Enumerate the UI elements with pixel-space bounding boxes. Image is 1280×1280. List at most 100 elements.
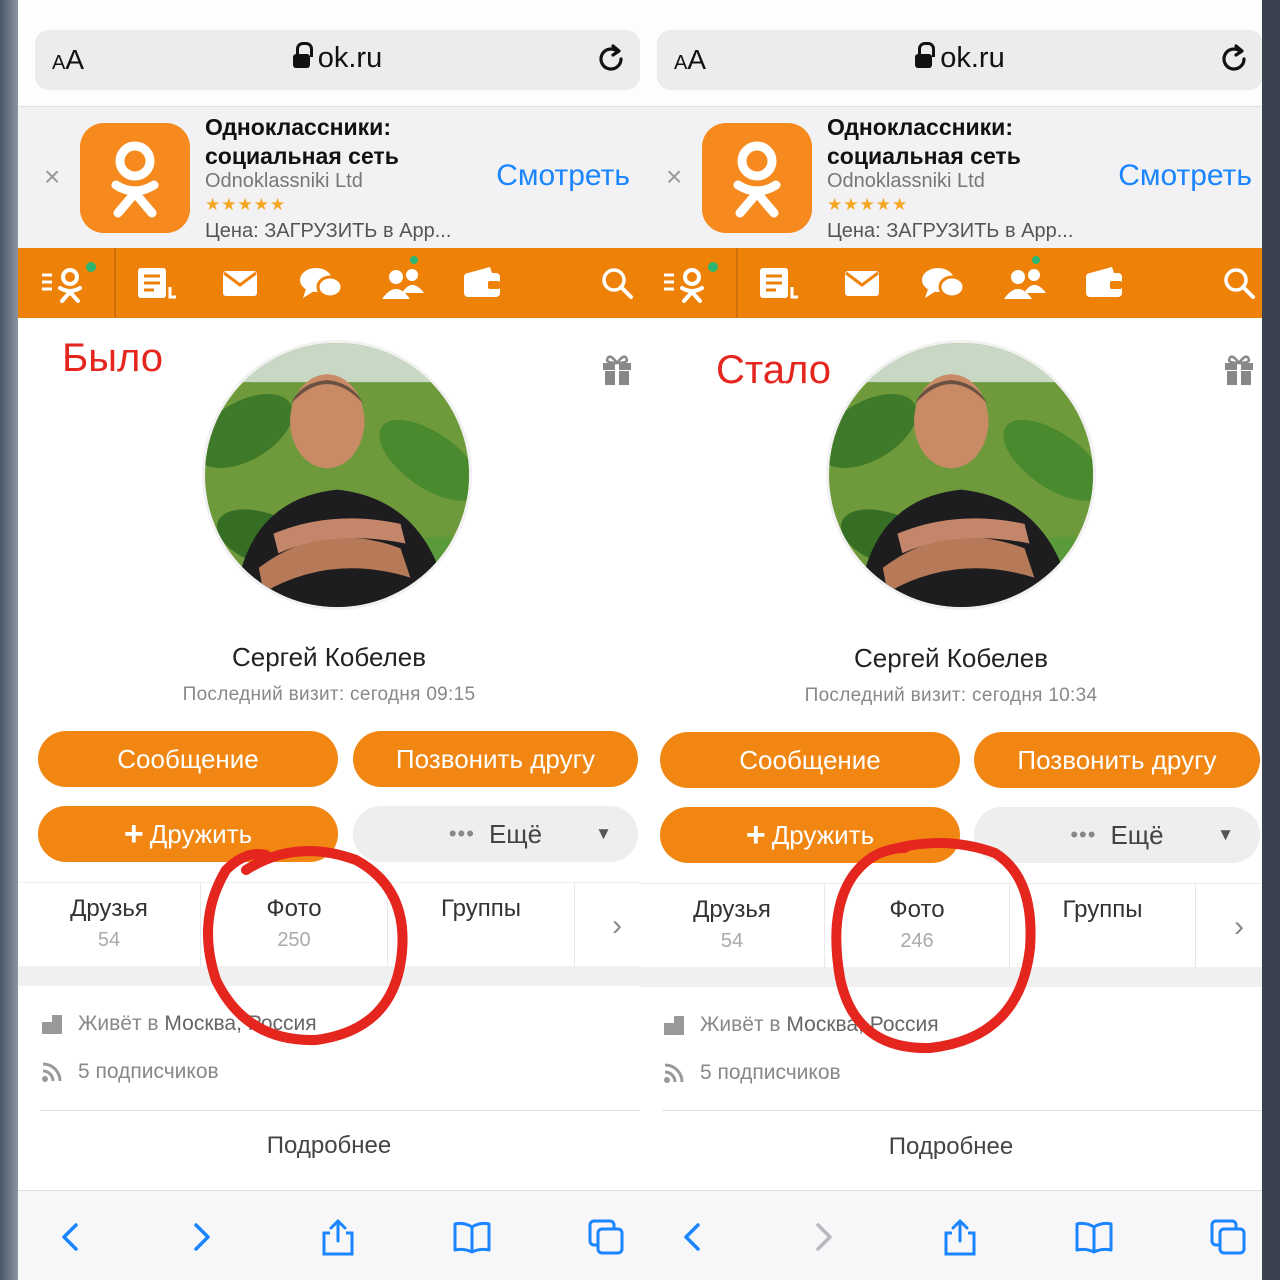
gift-icon[interactable] (601, 352, 633, 386)
location-info: Живёт в Москва, Россия (662, 1013, 939, 1037)
details-link[interactable]: Подробнее (18, 1132, 640, 1160)
feed-icon[interactable] (758, 263, 800, 303)
more-dots-icon: ••• (448, 821, 475, 846)
feed-icon[interactable] (136, 263, 178, 303)
message-button[interactable]: Сообщение (38, 731, 338, 787)
bookmarks-icon[interactable] (1074, 1217, 1114, 1257)
tab-divider (1195, 884, 1196, 968)
divider (662, 1110, 1262, 1111)
safari-address-area: AA ok.ru (18, 0, 640, 106)
after-label: Стало (716, 348, 832, 392)
share-icon[interactable] (940, 1217, 980, 1257)
tab-photos[interactable]: Фото 246 (825, 884, 1009, 968)
plus-icon: + (123, 815, 144, 853)
section-separator (18, 966, 640, 986)
profile-tabs: Друзья 54 Фото 246 Группы › (640, 883, 1262, 968)
forward-icon (816, 1223, 832, 1251)
house-icon (664, 1016, 684, 1036)
app-developer: Odnoklassniki Ltd (827, 170, 985, 192)
share-icon[interactable] (318, 1217, 358, 1257)
banner-close-button[interactable]: × (44, 161, 60, 193)
safari-address-area: AA ok.ru (640, 0, 1262, 106)
tabs-icon[interactable] (586, 1217, 626, 1257)
mail-icon[interactable] (221, 263, 259, 303)
wallet-icon[interactable] (462, 263, 502, 303)
view-app-button[interactable]: Смотреть (496, 159, 630, 193)
back-icon[interactable] (672, 1217, 712, 1257)
message-button[interactable]: Сообщение (660, 732, 960, 788)
friends-online-indicator (408, 254, 420, 266)
chat-icon[interactable] (920, 263, 966, 303)
friends-online-indicator (1030, 254, 1042, 266)
screenshot-before: AA ok.ru × Одноклассники: социальная сет… (18, 0, 640, 1280)
address-bar[interactable]: AA ok.ru (35, 30, 640, 90)
search-icon[interactable] (1222, 263, 1256, 303)
app-store-banner: × Одноклассники: социальная сеть Odnokla… (18, 106, 640, 248)
subscribers-info[interactable]: 5 подписчиков (40, 1060, 219, 1084)
bookmarks-icon[interactable] (452, 1217, 492, 1257)
safari-toolbar (18, 1190, 640, 1280)
profile-name: Сергей Кобелев (231, 642, 427, 672)
lock-icon (915, 42, 936, 68)
add-friend-button[interactable]: + Дружить (38, 806, 338, 862)
friends-icon[interactable] (1002, 263, 1048, 303)
lock-icon (292, 42, 313, 68)
rss-icon (42, 1062, 62, 1083)
last-visit: Последний визит: сегодня 09:15 (182, 684, 476, 705)
app-developer: Odnoklassniki Ltd (205, 170, 363, 192)
profile-avatar[interactable] (826, 340, 1096, 610)
avatar-photo (205, 343, 469, 607)
call-friend-button[interactable]: Позвонить другу (974, 732, 1260, 788)
chat-icon[interactable] (298, 263, 344, 303)
reload-icon[interactable] (1217, 42, 1251, 76)
location-info: Живёт в Москва, Россия (40, 1012, 317, 1036)
app-title: Одноклассники: социальная сеть (827, 114, 1021, 169)
gift-icon[interactable] (1223, 352, 1255, 386)
app-title: Одноклассники: социальная сеть (205, 114, 399, 169)
more-dropdown[interactable]: ••• Ещё ▼ (353, 806, 638, 862)
tab-friends[interactable]: Друзья 54 (640, 884, 824, 968)
tabs-icon[interactable] (1208, 1217, 1248, 1257)
url-display[interactable]: ok.ru (657, 42, 1262, 75)
last-visit: Последний визит: сегодня 10:34 (804, 685, 1098, 706)
background-edge (0, 0, 18, 1280)
tab-groups[interactable]: Группы (1010, 884, 1195, 968)
details-link[interactable]: Подробнее (640, 1133, 1262, 1161)
tabs-next-arrow-icon[interactable]: › (1234, 910, 1244, 944)
add-friend-button[interactable]: + Дружить (660, 807, 960, 863)
mail-icon[interactable] (843, 263, 881, 303)
nav-separator (736, 248, 738, 318)
ok-navigation-bar (640, 248, 1262, 318)
app-price: Цена: ЗАГРУЗИТЬ в App... (205, 220, 452, 242)
dropdown-arrow-icon: ▼ (595, 824, 612, 843)
subscribers-info[interactable]: 5 подписчиков (662, 1061, 841, 1085)
tab-groups[interactable]: Группы (388, 883, 574, 967)
banner-close-button[interactable]: × (666, 161, 682, 193)
safari-toolbar (640, 1190, 1262, 1280)
online-indicator (84, 260, 98, 274)
nav-separator (114, 248, 116, 318)
wallet-icon[interactable] (1084, 263, 1124, 303)
app-rating-stars: ★★★★★ (205, 195, 287, 214)
address-bar[interactable]: AA ok.ru (657, 30, 1262, 90)
menu-icon[interactable] (40, 263, 90, 303)
friends-icon[interactable] (380, 263, 426, 303)
app-price: Цена: ЗАГРУЗИТЬ в App... (827, 220, 1074, 242)
more-dropdown[interactable]: ••• Ещё ▼ (974, 807, 1260, 863)
url-display[interactable]: ok.ru (35, 42, 640, 75)
reload-icon[interactable] (594, 42, 628, 76)
profile-name: Сергей Кобелев (853, 643, 1049, 673)
forward-icon[interactable] (182, 1217, 222, 1257)
tab-photos[interactable]: Фото 250 (201, 883, 387, 967)
back-icon[interactable] (50, 1217, 90, 1257)
tab-friends[interactable]: Друзья 54 (18, 883, 200, 967)
search-icon[interactable] (600, 263, 634, 303)
call-friend-button[interactable]: Позвонить другу (353, 731, 638, 787)
tabs-next-arrow-icon[interactable]: › (612, 909, 622, 943)
menu-icon[interactable] (662, 263, 712, 303)
profile-avatar[interactable] (202, 340, 472, 610)
dropdown-arrow-icon: ▼ (1217, 825, 1234, 844)
view-app-button[interactable]: Смотреть (1118, 159, 1252, 193)
app-store-banner: × Одноклассники: социальная сеть Odnokla… (640, 106, 1262, 248)
more-dots-icon: ••• (1070, 822, 1097, 847)
